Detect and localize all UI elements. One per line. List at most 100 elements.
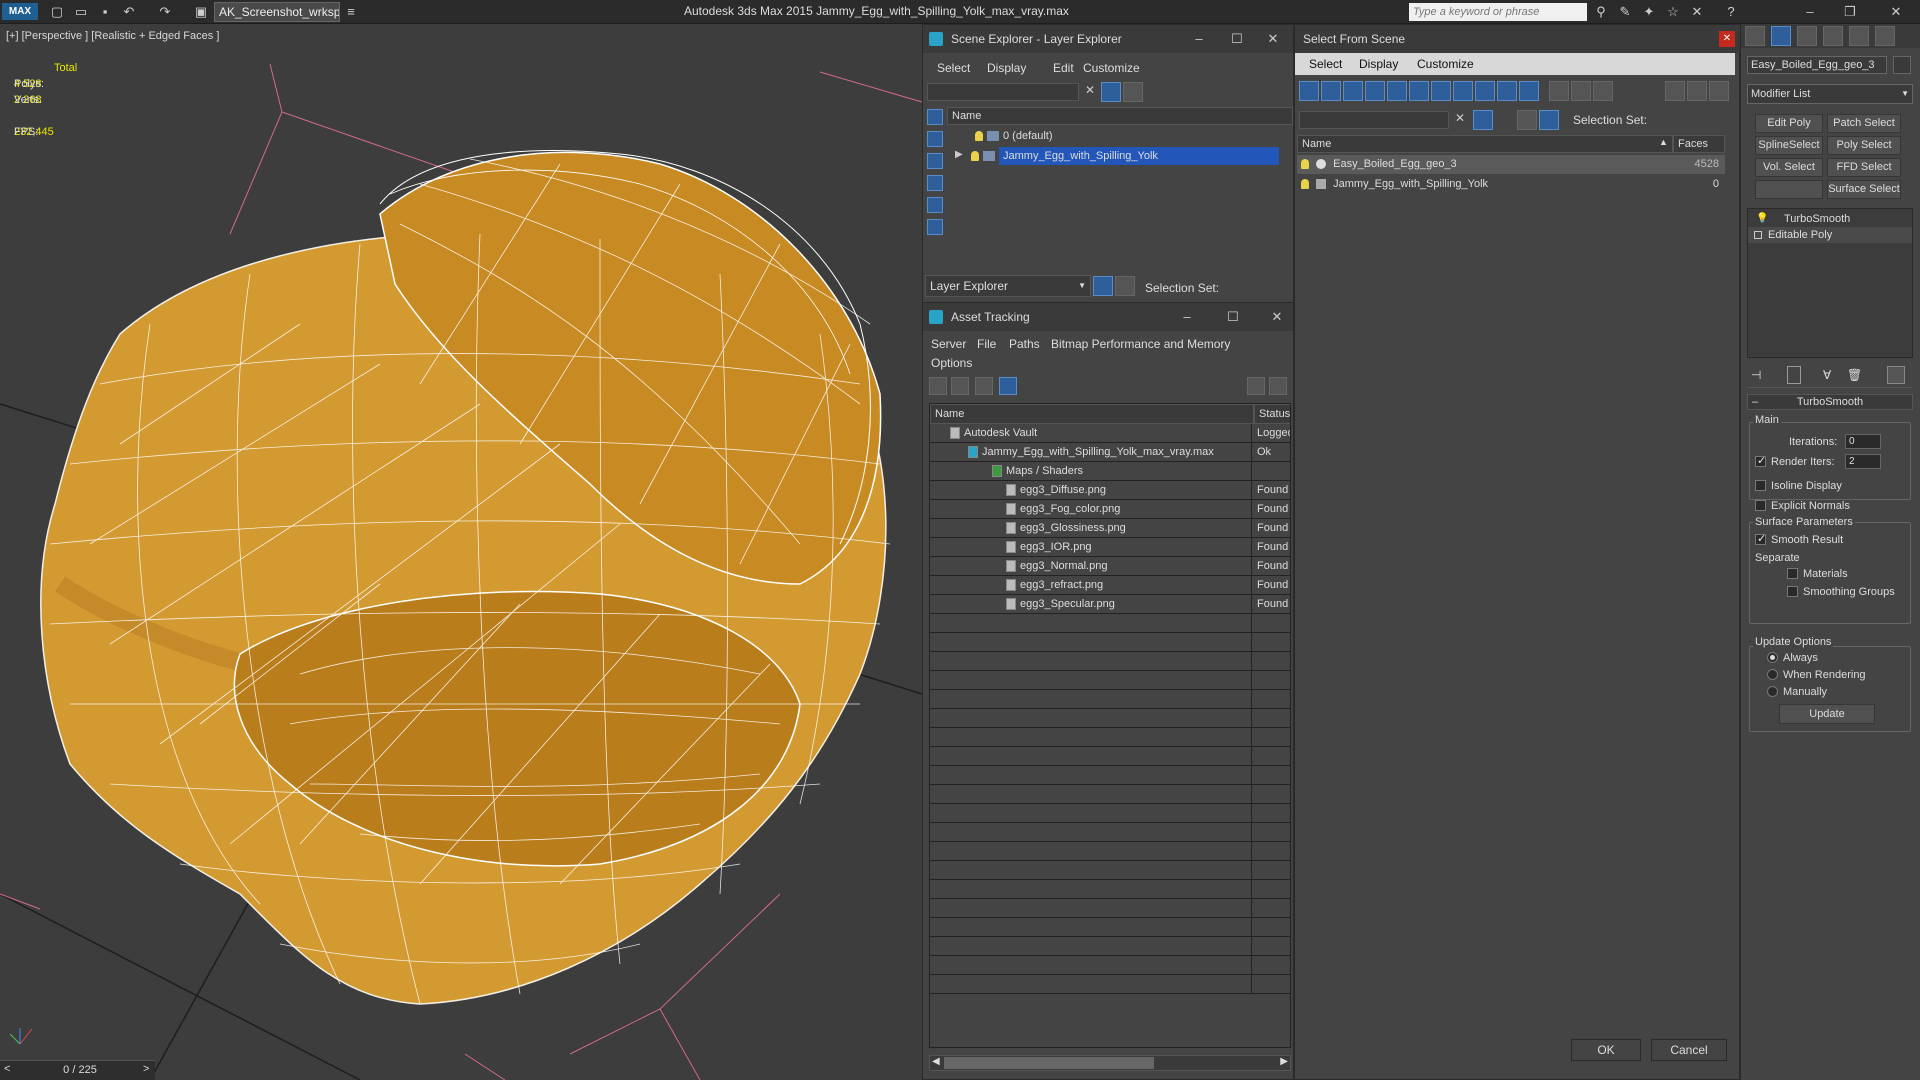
- se-filter-icon[interactable]: [1101, 82, 1121, 102]
- sfs-filter-funnel-icon[interactable]: [1665, 81, 1685, 101]
- se-display-shapes-icon[interactable]: [927, 131, 943, 147]
- at-settings-icon[interactable]: [1269, 377, 1287, 395]
- asset-row[interactable]: egg3_Diffuse.png Found: [930, 481, 1290, 500]
- sfs-invert-selection-icon[interactable]: [1593, 81, 1613, 101]
- asset-row[interactable]: egg3_Normal.png Found: [930, 557, 1290, 576]
- visibility-bulb-icon[interactable]: [1301, 159, 1309, 170]
- sfs-select-all-icon[interactable]: [1549, 81, 1569, 101]
- when-rendering-radio[interactable]: [1767, 669, 1778, 680]
- se-menu-edit[interactable]: Edit: [1053, 61, 1074, 75]
- sfs-xrefs-filter-icon[interactable]: [1453, 81, 1473, 101]
- isoline-display-checkbox[interactable]: [1755, 480, 1766, 491]
- layer-row-jammy-egg[interactable]: Jammy_Egg_with_Spilling_Yolk: [967, 147, 1293, 165]
- restore-icon[interactable]: ❐: [1830, 2, 1870, 22]
- minimize-icon[interactable]: –: [1790, 2, 1830, 22]
- modifier-list-dropdown[interactable]: Modifier List ▼: [1747, 84, 1913, 104]
- sfs-menu-select[interactable]: Select: [1309, 57, 1342, 71]
- sfs-spacewarps-filter-icon[interactable]: [1409, 81, 1429, 101]
- object-name-field[interactable]: Easy_Boiled_Egg_geo_3: [1747, 56, 1887, 74]
- workspace-dropdown[interactable]: AK_Screenshot_wrksp: [214, 2, 340, 22]
- at-help-icon[interactable]: [1247, 377, 1265, 395]
- explicit-normals-checkbox[interactable]: [1755, 500, 1766, 511]
- visibility-bulb-icon[interactable]: [971, 151, 979, 162]
- redo-icon[interactable]: ↷: [156, 3, 174, 20]
- next-frame-icon[interactable]: >: [143, 1063, 149, 1075]
- always-radio[interactable]: [1767, 652, 1778, 663]
- undo-icon[interactable]: ↶: [120, 3, 138, 20]
- sfs-select-none-icon[interactable]: [1571, 81, 1591, 101]
- prev-frame-icon[interactable]: <: [4, 1063, 10, 1075]
- vol-select-button[interactable]: Vol. Select: [1755, 158, 1823, 177]
- at-menu-options[interactable]: Options: [931, 356, 972, 370]
- sfs-geometry-filter-icon[interactable]: [1299, 81, 1319, 101]
- se-display-spacewarps-icon[interactable]: [927, 219, 943, 235]
- se-layers-mode-icon[interactable]: [1093, 276, 1113, 296]
- sfs-frozen-filter-icon[interactable]: [1519, 81, 1539, 101]
- iterations-spinner[interactable]: 0: [1845, 434, 1881, 449]
- viewport-label[interactable]: [+] [Perspective ] [Realistic + Edged Fa…: [6, 30, 219, 42]
- patch-select-button[interactable]: Patch Select: [1827, 114, 1901, 133]
- sfs-faces-column-header[interactable]: Faces: [1673, 135, 1725, 153]
- close-icon[interactable]: ✕: [1876, 2, 1916, 22]
- save-file-icon[interactable]: ▪: [96, 3, 114, 20]
- pin-stack-icon[interactable]: ⊣: [1751, 368, 1761, 382]
- sfs-bones-filter-icon[interactable]: [1475, 81, 1495, 101]
- app-menu-button[interactable]: MAX: [2, 3, 38, 20]
- at-menu-bitmap-performance[interactable]: Bitmap Performance and Memory: [1051, 337, 1230, 351]
- layer-row-default[interactable]: 0 (default): [947, 127, 1293, 145]
- sfs-menu-display[interactable]: Display: [1359, 57, 1398, 71]
- open-file-icon[interactable]: ▭: [72, 3, 90, 20]
- se-display-helpers-icon[interactable]: [927, 197, 943, 213]
- ffd-select-button[interactable]: FFD Select: [1827, 158, 1901, 177]
- cancel-button[interactable]: Cancel: [1651, 1039, 1727, 1061]
- se-menu-select[interactable]: Select: [937, 61, 970, 75]
- show-end-result-icon[interactable]: [1787, 366, 1801, 384]
- asset-row[interactable]: egg3_IOR.png Found: [930, 538, 1290, 557]
- scroll-left-icon[interactable]: ◀: [932, 1056, 940, 1067]
- create-tab-icon[interactable]: [1745, 26, 1765, 46]
- spline-select-button[interactable]: SplineSelect: [1755, 136, 1823, 155]
- asset-row[interactable]: egg3_Glossiness.png Found: [930, 519, 1290, 538]
- help-icon[interactable]: ?: [1722, 3, 1740, 20]
- se-display-geometry-icon[interactable]: [927, 109, 943, 125]
- update-button[interactable]: Update: [1779, 704, 1875, 724]
- sfs-groups-filter-icon[interactable]: [1431, 81, 1451, 101]
- at-thumbnail-icon[interactable]: [975, 377, 993, 395]
- asset-row[interactable]: Jammy_Egg_with_Spilling_Yolk_max_vray.ma…: [930, 443, 1290, 462]
- binoculars-icon[interactable]: ⚲: [1592, 3, 1610, 20]
- sfs-close-icon[interactable]: ✕: [1719, 31, 1735, 47]
- modify-tab-icon[interactable]: [1771, 26, 1791, 46]
- exchange-icon[interactable]: ✕: [1688, 3, 1706, 20]
- remove-modifier-icon[interactable]: 🗑: [1847, 368, 1862, 382]
- configure-modifier-sets-icon[interactable]: [1887, 366, 1905, 384]
- asset-row[interactable]: egg3_refract.png Found: [930, 576, 1290, 595]
- at-horizontal-scrollbar[interactable]: ◀ ▶: [929, 1055, 1291, 1071]
- render-iters-spinner[interactable]: 2: [1845, 454, 1881, 469]
- asset-row[interactable]: Autodesk Vault Logged: [930, 424, 1290, 443]
- at-name-column-header[interactable]: Name: [930, 404, 1254, 424]
- at-close-icon[interactable]: ✕: [1257, 303, 1297, 331]
- display-tab-icon[interactable]: [1849, 26, 1869, 46]
- sfs-menu-customize[interactable]: Customize: [1417, 57, 1474, 71]
- se-menu-customize[interactable]: Customize: [1083, 61, 1140, 75]
- se-layer-icon[interactable]: [1123, 82, 1143, 102]
- asset-row[interactable]: egg3_Specular.png Found: [930, 595, 1290, 614]
- at-minimize-icon[interactable]: –: [1167, 303, 1207, 331]
- sfs-hierarchy-icon[interactable]: [1687, 81, 1707, 101]
- sfs-clear-search-icon[interactable]: ✕: [1455, 111, 1465, 125]
- modifier-on-bulb-icon[interactable]: 💡: [1756, 211, 1768, 227]
- at-scroll-thumb[interactable]: [944, 1057, 1154, 1069]
- sort-ascending-icon[interactable]: ▲: [1659, 137, 1668, 147]
- object-row-jammy-egg[interactable]: Jammy_Egg_with_Spilling_Yolk 0: [1297, 175, 1725, 194]
- project-folder-icon[interactable]: ▣: [192, 3, 210, 20]
- visibility-bulb-icon[interactable]: [975, 131, 983, 142]
- explorer-type-dropdown[interactable]: Layer Explorer ▼: [925, 275, 1091, 297]
- at-menu-file[interactable]: File: [977, 337, 996, 351]
- sfs-options-icon[interactable]: [1709, 81, 1729, 101]
- visibility-bulb-icon[interactable]: [1301, 179, 1309, 190]
- sfs-filter-toggle-icon[interactable]: [1473, 110, 1493, 130]
- sfs-title-bar[interactable]: Select From Scene ✕: [1295, 25, 1741, 53]
- se-display-lights-icon[interactable]: [927, 153, 943, 169]
- stack-item-turbosmooth[interactable]: 💡 TurboSmooth: [1748, 211, 1912, 227]
- at-list-icon[interactable]: [951, 377, 969, 395]
